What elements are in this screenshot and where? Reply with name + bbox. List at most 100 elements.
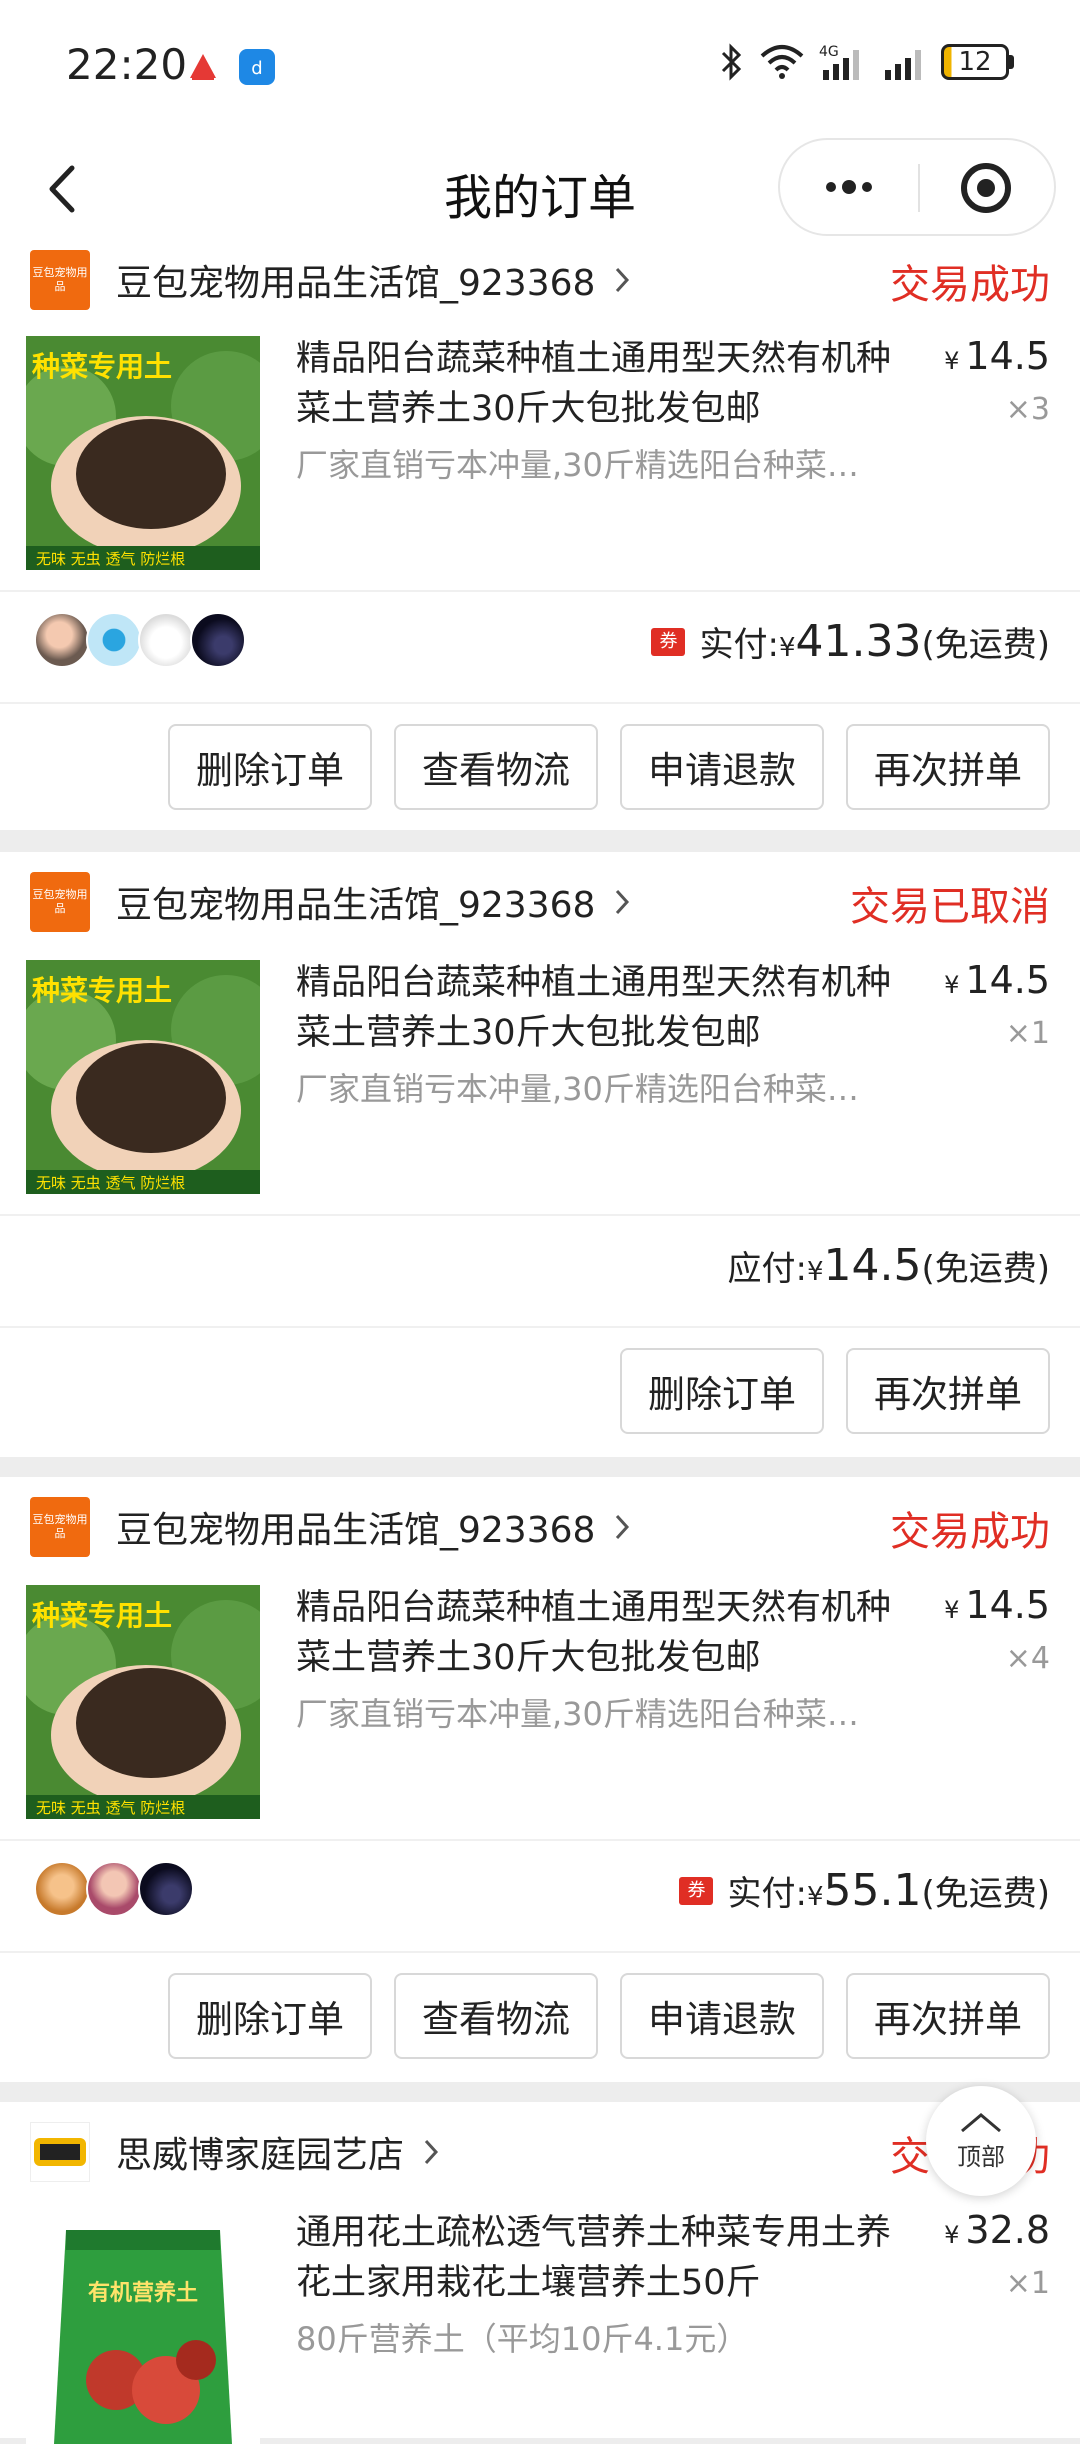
product-image[interactable]: 种菜专用土 无味 无虫 透气 防烂根: [26, 336, 260, 570]
bluetooth-icon: [721, 43, 742, 81]
order-status: 交易已取消: [850, 884, 1050, 930]
product-qty: ×1: [1005, 2266, 1050, 2301]
coupon-badge: 券: [651, 627, 686, 656]
product-title[interactable]: 精品阳台蔬菜种植土通用型天然有机种菜土营养土30斤大包批发包邮: [296, 1583, 916, 1683]
soil-product-image: 种菜专用土 无味 无虫 透气 防烂根: [26, 1585, 260, 1819]
mini-program-capsule: [778, 138, 1056, 236]
product-desc: 80斤营养土（平均10斤4.1元）: [296, 2320, 749, 2358]
signal-4g-icon: 4G: [819, 44, 859, 80]
pay-label: 应付:: [727, 1249, 807, 1289]
shop-logo-image: [34, 2138, 86, 2166]
shop-logo: 豆包宠物用品: [30, 1497, 90, 1557]
avatar: [138, 1861, 194, 1917]
order-status: 交易成功: [890, 1509, 1050, 1555]
product-title[interactable]: 精品阳台蔬菜种植土通用型天然有机种菜土营养土30斤大包批发包邮: [296, 958, 916, 1058]
shipping-note: (免运费): [921, 625, 1050, 665]
group-avatars: [34, 1861, 194, 1917]
svg-text:d: d: [251, 58, 262, 79]
soil-product-image: 种菜专用土 无味 无虫 透气 防烂根: [26, 336, 260, 570]
app-notification-icon: [185, 49, 221, 85]
product-desc: 厂家直销亏本冲量,30斤精选阳台种菜…: [296, 1695, 859, 1733]
shop-name: 豆包宠物用品生活馆_923368: [116, 885, 596, 926]
request-refund-button[interactable]: 申请退款: [620, 1973, 824, 2059]
product-image[interactable]: 种菜专用土 无味 无虫 透气 防烂根: [26, 960, 260, 1194]
soil-bag-image: 有机营养土: [26, 2210, 260, 2444]
product-price: ¥32.8: [944, 2208, 1050, 2252]
product-qty: ×1: [1005, 1016, 1050, 1051]
shop-header[interactable]: 豆包宠物用品 豆包宠物用品生活馆_923368: [30, 872, 631, 932]
product-image[interactable]: 种菜专用土 无味 无虫 透气 防烂根: [26, 1585, 260, 1819]
product-price: ¥14.5: [944, 334, 1050, 378]
pay-amount: 14.5: [823, 1240, 922, 1291]
chevron-right-icon: [616, 889, 630, 915]
status-icons: 4G 12: [719, 42, 1014, 82]
back-to-top-label: 顶部: [957, 2142, 1005, 2171]
shipping-note: (免运费): [921, 1874, 1050, 1914]
product-qty: ×4: [1005, 1641, 1050, 1676]
delete-order-button[interactable]: 删除订单: [168, 724, 372, 810]
image-footer-text: 无味 无虫 透气 防烂根: [36, 550, 185, 568]
more-icon[interactable]: [814, 162, 884, 212]
soil-product-image: 种菜专用土 无味 无虫 透气 防烂根: [26, 960, 260, 1194]
pay-amount: 41.33: [795, 616, 922, 667]
image-footer-text: 无味 无虫 透气 防烂根: [36, 1799, 185, 1817]
back-to-top-button[interactable]: 顶部: [926, 2086, 1036, 2196]
order-actions: 删除订单 查看物流 申请退款 再次拼单: [168, 724, 1050, 810]
avatar: [138, 612, 194, 668]
reorder-button[interactable]: 再次拼单: [846, 724, 1050, 810]
shipping-note: (免运费): [921, 1249, 1050, 1289]
view-logistics-button[interactable]: 查看物流: [394, 1973, 598, 2059]
image-banner-text: 种菜专用土: [32, 350, 172, 383]
reorder-button[interactable]: 再次拼单: [846, 1973, 1050, 2059]
view-logistics-button[interactable]: 查看物流: [394, 724, 598, 810]
image-banner-text: 种菜专用土: [32, 974, 172, 1007]
shop-name: 豆包宠物用品生活馆_923368: [116, 1510, 596, 1551]
product-image[interactable]: 有机营养土: [26, 2210, 260, 2444]
avatar: [86, 612, 142, 668]
order-card: 豆包宠物用品 豆包宠物用品生活馆_923368 交易成功 种菜专用土 无味 无虫…: [0, 1477, 1080, 2082]
order-actions: 删除订单 查看物流 申请退款 再次拼单: [168, 1973, 1050, 2059]
order-card: 思威博家庭园艺店 交易成功 有机营养土 通用花土疏松透气营养土种菜专用土养花土家…: [0, 2102, 1080, 2444]
product-title[interactable]: 通用花土疏松透气营养土种菜专用土养花土家用栽花土壤营养土50斤: [296, 2208, 916, 2308]
pay-amount: 55.1: [823, 1865, 922, 1916]
chevron-up-icon: [961, 2112, 1001, 2132]
navigation-bar: 我的订单: [0, 130, 1080, 250]
delete-order-button[interactable]: 删除订单: [168, 1973, 372, 2059]
payment-summary: 券 实付: ¥55.1 (免运费): [679, 1865, 1050, 1916]
shop-header[interactable]: 思威博家庭园艺店: [30, 2122, 440, 2182]
battery-level: 12: [958, 47, 992, 77]
wifi-icon: [760, 45, 804, 79]
pay-label: 实付:: [699, 625, 779, 665]
status-time: 22:20: [66, 40, 188, 89]
svg-text:4G: 4G: [819, 44, 839, 60]
product-desc: 厂家直销亏本冲量,30斤精选阳台种菜…: [296, 446, 859, 484]
order-card: 豆包宠物用品 豆包宠物用品生活馆_923368 交易已取消 种菜专用土 无味 无…: [0, 852, 1080, 1457]
product-price: ¥14.5: [944, 1583, 1050, 1627]
shop-name: 豆包宠物用品生活馆_923368: [116, 263, 596, 304]
close-target-icon[interactable]: [956, 158, 1016, 218]
shop-header[interactable]: 豆包宠物用品 豆包宠物用品生活馆_923368: [30, 1497, 631, 1557]
product-desc: 厂家直销亏本冲量,30斤精选阳台种菜…: [296, 1070, 859, 1108]
avatar: [34, 612, 90, 668]
avatar: [34, 1861, 90, 1917]
reorder-button[interactable]: 再次拼单: [846, 1348, 1050, 1434]
shop-header[interactable]: 豆包宠物用品 豆包宠物用品生活馆_923368: [30, 250, 631, 310]
avatar: [190, 612, 246, 668]
shop-logo: [30, 2122, 90, 2182]
payment-summary: 应付: ¥14.5 (免运费): [727, 1240, 1050, 1291]
battery-icon: 12: [941, 44, 1014, 80]
delete-order-button[interactable]: 删除订单: [620, 1348, 824, 1434]
product-title[interactable]: 精品阳台蔬菜种植土通用型天然有机种菜土营养土30斤大包批发包邮: [296, 334, 916, 434]
pay-label: 实付:: [727, 1874, 807, 1914]
product-price: ¥14.5: [944, 958, 1050, 1002]
image-banner-text: 有机营养土: [88, 2280, 198, 2306]
avatar: [86, 1861, 142, 1917]
order-card: 豆包宠物用品 豆包宠物用品生活馆_923368 交易成功 种菜专用土 无味 无虫…: [0, 250, 1080, 830]
request-refund-button[interactable]: 申请退款: [620, 724, 824, 810]
shop-logo: 豆包宠物用品: [30, 872, 90, 932]
chevron-right-icon: [424, 2139, 439, 2165]
signal-icon: [885, 50, 921, 80]
group-avatars: [34, 612, 246, 668]
chevron-right-icon: [616, 1514, 630, 1540]
app-notification-icon-2: d: [239, 49, 275, 85]
